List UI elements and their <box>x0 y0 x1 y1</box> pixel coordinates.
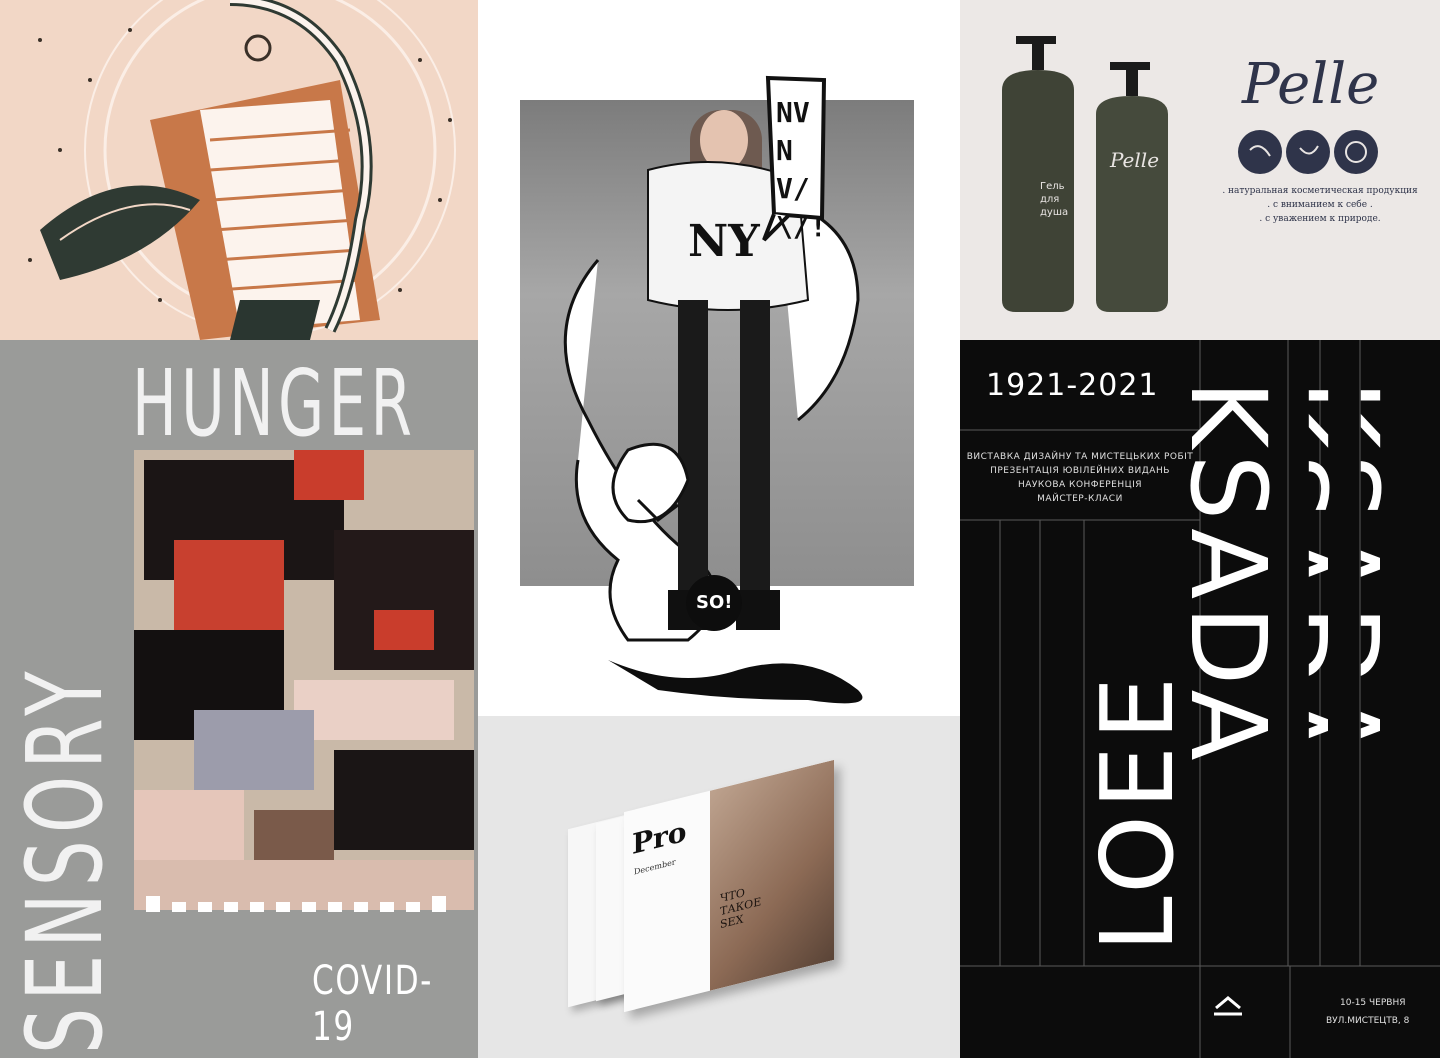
sweater-letters: NY <box>688 216 760 267</box>
bottle-logo: Pelle <box>1110 148 1160 172</box>
sensory-vertical-title: SENSORY <box>4 664 126 1054</box>
ksada-poster: 1921-2021 ВИСТАВКА ДИЗАЙНУ ТА МИСТЕЦЬКИХ… <box>960 340 1440 1058</box>
pattern-circle-2 <box>1286 130 1330 174</box>
events-list: ВИСТАВКА ДИЗАЙНУ ТА МИСТЕЦЬКИХ РОБІТ ПРЕ… <box>964 450 1196 506</box>
pelle-tagline-3: . с уважением к природе. <box>1259 214 1381 224</box>
ny-poster: NVNV/\/! NY SO! <box>478 0 960 716</box>
pelle-tagline-2: . с вниманием к себе . <box>1267 200 1373 210</box>
pelle-branding: Pelle Гель для душа Pelle . натуральная … <box>960 0 1440 340</box>
magazine-month: December <box>634 857 676 877</box>
speech-bubble-text: NVNV/\/! <box>776 96 827 243</box>
event-item: МАЙСТЕР-КЛАСИ <box>1037 494 1123 504</box>
badge-text: SO! <box>696 592 733 613</box>
pelle-bottles <box>1002 36 1378 312</box>
covid-label: COVID-19 <box>312 958 433 1050</box>
dotted-divider <box>146 896 446 912</box>
cover-photo <box>710 759 834 991</box>
event-item: ПРЕЗЕНТАЦІЯ ЮВІЛЕЙНИХ ВИДАНЬ <box>990 466 1170 476</box>
event-address: ВУЛ.МИСТЕЦТВ, 8 <box>1326 1016 1410 1026</box>
hunger-title: HUNGER <box>132 350 417 457</box>
sensory-hunger-poster: HUNGER SENSORY COVID-19 <box>0 340 478 1058</box>
pelle-logo: Pelle <box>1242 52 1380 117</box>
loee-vertical-title: LOEE <box>1079 670 1196 952</box>
event-dates: 10-15 ЧЕРВНЯ <box>1340 998 1406 1008</box>
magazine-front: Pro December ЧТО ТАКОЕ SEX <box>624 759 834 1013</box>
event-item: НАУКОВА КОНФЕРЕНЦІЯ <box>1017 480 1143 490</box>
magazine-mockup: Pro December ЧТО ТАКОЕ SEX <box>478 716 960 1058</box>
years-title: 1921-2021 <box>986 368 1159 403</box>
collage-artwork <box>134 450 474 910</box>
ksada-logo-icon <box>1208 992 1248 1020</box>
magazine-brand: Pro <box>632 814 687 862</box>
woman-braid-illustration <box>0 0 478 340</box>
pattern-circle-1 <box>1238 130 1282 174</box>
pattern-circle-3 <box>1334 130 1378 174</box>
bottle-label: Гель для душа <box>1040 181 1069 218</box>
illustration-tile <box>0 0 478 340</box>
event-item: ВИСТАВКА ДИЗАЙНУ ТА МИСТЕЦЬКИХ РОБІТ <box>966 452 1194 462</box>
